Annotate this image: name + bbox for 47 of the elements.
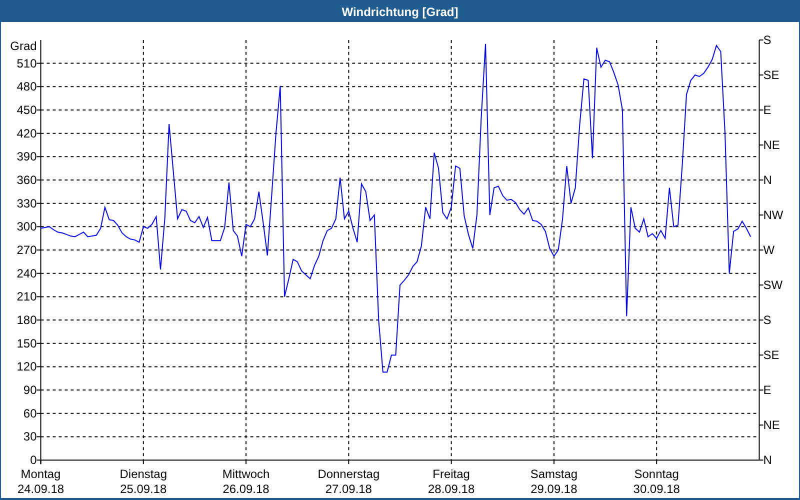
compass-tick-label: S: [763, 313, 772, 328]
date-label: 25.09.18: [120, 482, 167, 496]
compass-tick-label: S: [763, 32, 772, 47]
day-label: Montag: [20, 467, 61, 482]
compass-tick-label: N: [763, 453, 772, 468]
y-tick-label: 330: [16, 196, 37, 210]
day-label: Donnerstag: [318, 467, 380, 482]
y-tick-label: 120: [16, 360, 37, 374]
compass-tick-label: E: [763, 102, 772, 117]
y-tick-label: 510: [16, 56, 37, 70]
y-tick-label: 420: [16, 126, 37, 140]
y-tick-label: 60: [23, 406, 37, 420]
day-label: Sonntag: [634, 467, 679, 482]
compass-tick-label: SE: [763, 348, 780, 362]
day-label: Samstag: [530, 467, 578, 482]
y-tick-label: 90: [23, 383, 37, 398]
y-axis-label: Grad: [10, 38, 37, 53]
compass-tick-label: N: [763, 173, 772, 187]
y-tick-label: 210: [16, 290, 37, 304]
y-tick-label: 300: [16, 220, 37, 234]
y-tick-label: 0: [30, 453, 37, 468]
y-tick-label: 360: [16, 173, 37, 187]
window-title: Windrichtung [Grad]: [342, 4, 458, 18]
compass-tick-label: NE: [763, 418, 780, 432]
date-label: 29.09.18: [530, 482, 578, 496]
date-label: 27.09.18: [325, 482, 372, 496]
y-tick-label: 450: [16, 102, 37, 117]
compass-tick-label: NW: [763, 208, 784, 222]
y-tick-label: 270: [16, 243, 37, 258]
date-label: 28.09.18: [428, 482, 475, 496]
compass-tick-label: E: [763, 383, 772, 398]
compass-tick-label: NE: [763, 138, 780, 152]
day-label: Freitag: [432, 467, 470, 482]
day-label: Dienstag: [120, 467, 168, 482]
y-tick-label: 150: [16, 336, 37, 350]
day-label: Mittwoch: [222, 467, 270, 482]
date-label: 30.09.18: [633, 482, 680, 496]
y-tick-label: 480: [16, 80, 37, 94]
compass-tick-label: SE: [763, 68, 780, 82]
y-tick-label: 240: [16, 266, 37, 280]
date-label: 26.09.18: [222, 482, 270, 496]
date-label: 24.09.18: [17, 482, 64, 496]
y-tick-label: 390: [16, 150, 37, 164]
y-tick-label: 30: [23, 430, 37, 444]
y-tick-label: 180: [16, 313, 37, 328]
compass-tick-label: SW: [763, 278, 783, 292]
compass-tick-label: W: [763, 243, 775, 258]
